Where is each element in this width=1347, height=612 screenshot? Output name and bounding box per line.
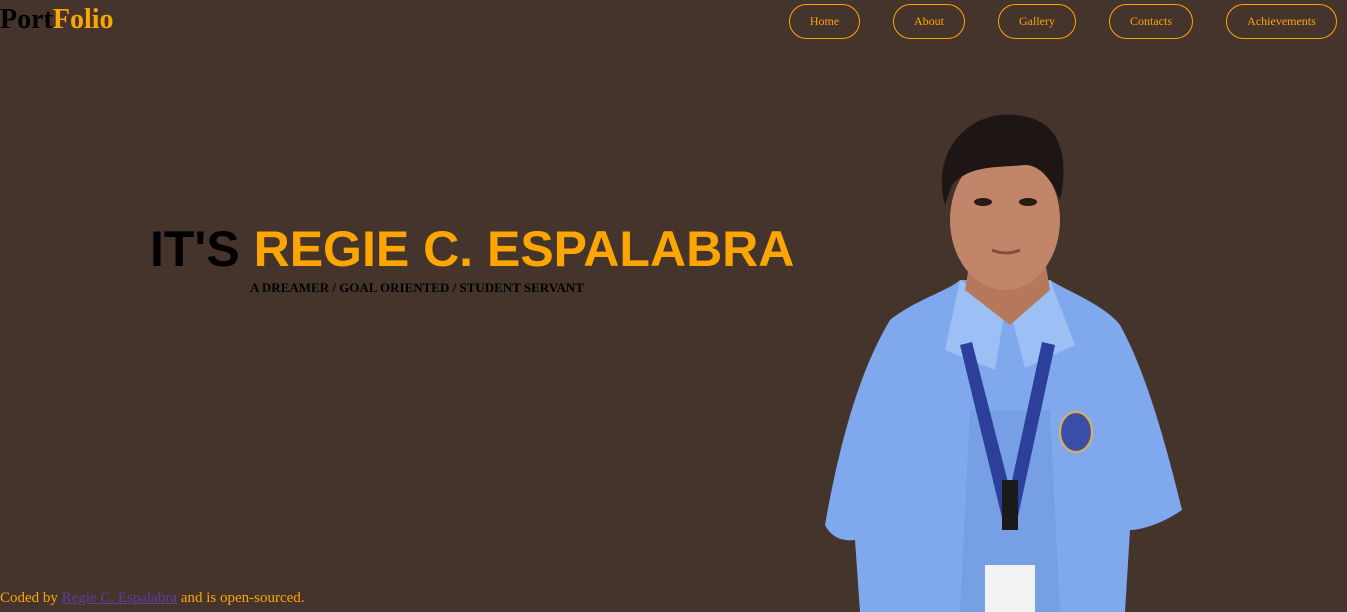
left-eye	[974, 198, 992, 206]
profile-photo	[825, 114, 1182, 612]
footer-credit: Coded by Regie C. Espalabra and is open-…	[0, 590, 305, 607]
nav-gallery-button[interactable]: Gallery	[998, 4, 1076, 39]
footer-suffix: and is open-sourced.	[180, 590, 305, 606]
footer-author-link[interactable]: Regie C. Espalabra	[62, 590, 177, 606]
hero-title: IT'S REGIE C. ESPALABRA	[150, 220, 794, 278]
lanyard-clip	[1002, 480, 1018, 530]
right-eye	[1019, 198, 1037, 206]
hero-tagline: A DREAMER / GOAL ORIENTED / STUDENT SERV…	[250, 280, 584, 295]
hero-prefix: IT'S	[150, 221, 240, 277]
footer-prefix: Coded by	[0, 590, 58, 606]
school-badge	[1059, 411, 1093, 453]
hero-name: REGIE C. ESPALABRA	[253, 221, 795, 277]
main-nav: Home About Gallery Contacts Achievements	[0, 4, 1347, 41]
nav-contacts-button[interactable]: Contacts	[1109, 4, 1193, 39]
nav-achievements-button[interactable]: Achievements	[1226, 4, 1337, 39]
nav-home-button[interactable]: Home	[789, 4, 860, 39]
id-card	[985, 565, 1035, 612]
nav-about-button[interactable]: About	[893, 4, 965, 39]
